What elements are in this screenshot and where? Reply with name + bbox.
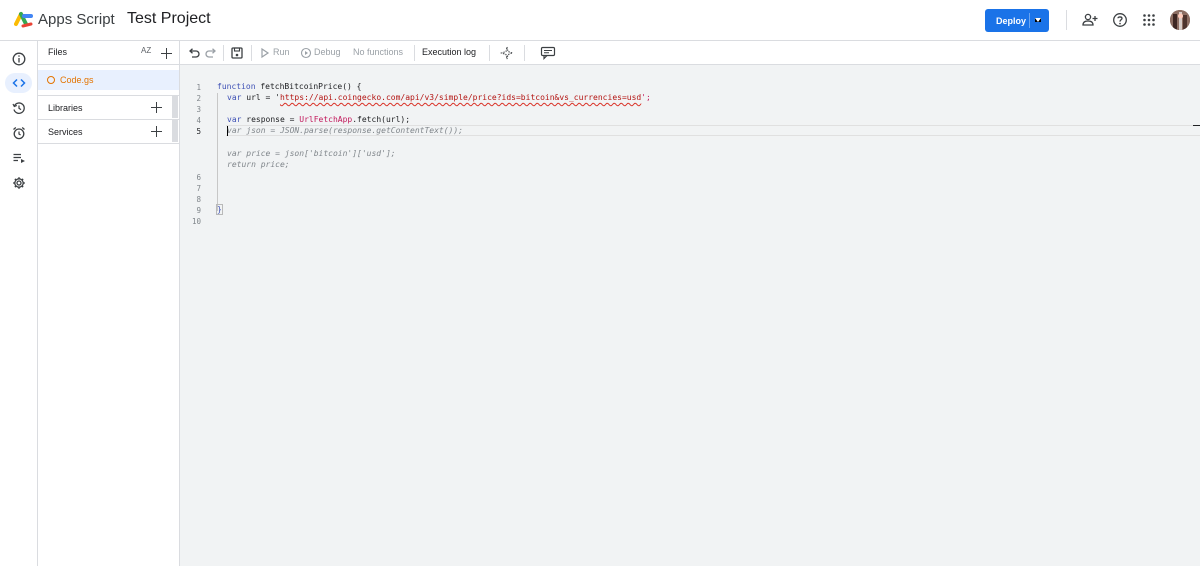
class-name: UrlFetchApp bbox=[299, 115, 353, 124]
code-text: '; bbox=[641, 93, 651, 102]
closing-brace: } bbox=[216, 204, 223, 215]
scrollbar-handle[interactable] bbox=[172, 96, 178, 118]
ai-suggestion-line: var price = json['bitcoin']['usd']; bbox=[227, 149, 396, 158]
code-line-4: var response = UrlFetchApp.fetch(url); bbox=[227, 115, 410, 124]
toolbar-divider bbox=[414, 45, 415, 61]
function-signature: fetchBitcoinPrice() { bbox=[255, 82, 362, 91]
code-editor[interactable]: 1 2 3 4 5 6 7 8 9 10 function fetchBitco… bbox=[180, 65, 1200, 566]
keyword: function bbox=[217, 82, 256, 91]
files-title: Files bbox=[48, 47, 68, 57]
list-play-icon bbox=[13, 153, 25, 163]
debug-button[interactable]: Debug bbox=[314, 47, 341, 57]
editor-toolbar: Run Debug No functions Execution log bbox=[180, 41, 1200, 65]
project-name[interactable]: Test Project bbox=[127, 10, 211, 28]
deploy-label: Deploy bbox=[996, 15, 1027, 26]
add-person-icon[interactable] bbox=[1082, 12, 1098, 28]
code-text: response = bbox=[241, 115, 300, 124]
services-section[interactable]: Services bbox=[38, 119, 179, 143]
services-label: Services bbox=[48, 127, 83, 137]
file-name: Code.gs bbox=[60, 75, 94, 85]
executions-nav[interactable] bbox=[5, 148, 32, 168]
deploy-separator bbox=[1029, 13, 1030, 28]
line-number: 6 bbox=[196, 173, 201, 182]
line-number: 2 bbox=[196, 94, 201, 103]
files-panel: Files AZ Code.gs Libraries Services bbox=[38, 41, 180, 566]
undo-icon[interactable] bbox=[187, 46, 201, 60]
left-navigation-rail bbox=[0, 41, 38, 566]
line-number: 7 bbox=[196, 184, 201, 193]
libraries-section[interactable]: Libraries bbox=[38, 95, 179, 119]
scrollbar-handle[interactable] bbox=[172, 120, 178, 142]
sort-az-icon[interactable]: AZ bbox=[141, 46, 151, 55]
apps-grid-icon[interactable] bbox=[1141, 12, 1157, 28]
apps-script-logo bbox=[14, 12, 33, 28]
file-item-code-gs[interactable]: Code.gs bbox=[38, 70, 179, 90]
keyword: var bbox=[227, 115, 242, 124]
url-string: https://api.coingecko.com/api/v3/simple/… bbox=[279, 93, 642, 102]
app-name: Apps Script bbox=[38, 11, 115, 28]
info-icon bbox=[12, 52, 25, 66]
line-number: 4 bbox=[196, 116, 201, 125]
chevron-down-icon[interactable] bbox=[1035, 18, 1041, 22]
account-avatar[interactable] bbox=[1170, 10, 1190, 30]
deploy-button[interactable]: Deploy bbox=[985, 9, 1049, 32]
editor-nav[interactable] bbox=[5, 73, 32, 93]
save-icon[interactable] bbox=[230, 46, 244, 60]
divider bbox=[38, 143, 179, 144]
add-library-icon[interactable] bbox=[151, 102, 162, 113]
run-button[interactable]: Run bbox=[273, 47, 290, 57]
sparkle-icon[interactable] bbox=[500, 46, 514, 60]
code-icon bbox=[11, 78, 26, 88]
line-number: 3 bbox=[196, 105, 201, 114]
toolbar-divider bbox=[524, 45, 525, 61]
avatar-image bbox=[1170, 10, 1190, 30]
toolbar-divider bbox=[489, 45, 490, 61]
keyword: var bbox=[227, 93, 242, 102]
history-nav[interactable] bbox=[5, 98, 32, 118]
alarm-icon bbox=[12, 127, 25, 140]
code-line-9: } bbox=[216, 204, 223, 215]
toolbar-divider bbox=[251, 45, 252, 61]
history-icon bbox=[11, 102, 25, 114]
debug-icon[interactable] bbox=[300, 47, 312, 59]
line-number-current: 5 bbox=[196, 127, 201, 136]
function-select[interactable]: No functions bbox=[353, 47, 403, 57]
ai-suggestion-line: return price; bbox=[227, 160, 290, 169]
toolbar-divider bbox=[223, 45, 224, 61]
code-line-1: function fetchBitcoinPrice() { bbox=[217, 82, 362, 91]
overview-ruler-marker bbox=[1193, 125, 1200, 126]
line-number: 8 bbox=[196, 195, 201, 204]
execution-log-button[interactable]: Execution log bbox=[422, 47, 476, 57]
feedback-chat-icon[interactable] bbox=[540, 46, 556, 60]
header-divider bbox=[1066, 10, 1067, 30]
help-icon[interactable] bbox=[1112, 12, 1128, 28]
add-file-icon[interactable] bbox=[161, 48, 172, 59]
code-text: url = ' bbox=[241, 93, 280, 102]
files-header: Files AZ bbox=[38, 41, 179, 65]
settings-nav[interactable] bbox=[5, 173, 32, 193]
top-bar: Apps Script Test Project Deploy bbox=[0, 0, 1200, 41]
add-service-icon[interactable] bbox=[151, 126, 162, 137]
libraries-label: Libraries bbox=[48, 103, 83, 113]
indent-guide bbox=[217, 93, 218, 211]
run-icon[interactable] bbox=[260, 47, 270, 59]
overview-nav[interactable] bbox=[5, 49, 32, 69]
redo-icon[interactable] bbox=[204, 46, 218, 60]
gear-icon bbox=[12, 177, 25, 189]
code-line-2: var url = 'https://api.coingecko.com/api… bbox=[227, 93, 651, 102]
line-number: 10 bbox=[191, 217, 201, 226]
line-number: 1 bbox=[196, 83, 201, 92]
ai-suggestion-line: var json = JSON.parse(response.getConten… bbox=[227, 126, 464, 135]
line-number: 9 bbox=[196, 206, 201, 215]
unsaved-dot-icon bbox=[47, 76, 55, 84]
code-text: .fetch(url); bbox=[352, 115, 411, 124]
triggers-nav[interactable] bbox=[5, 123, 32, 143]
